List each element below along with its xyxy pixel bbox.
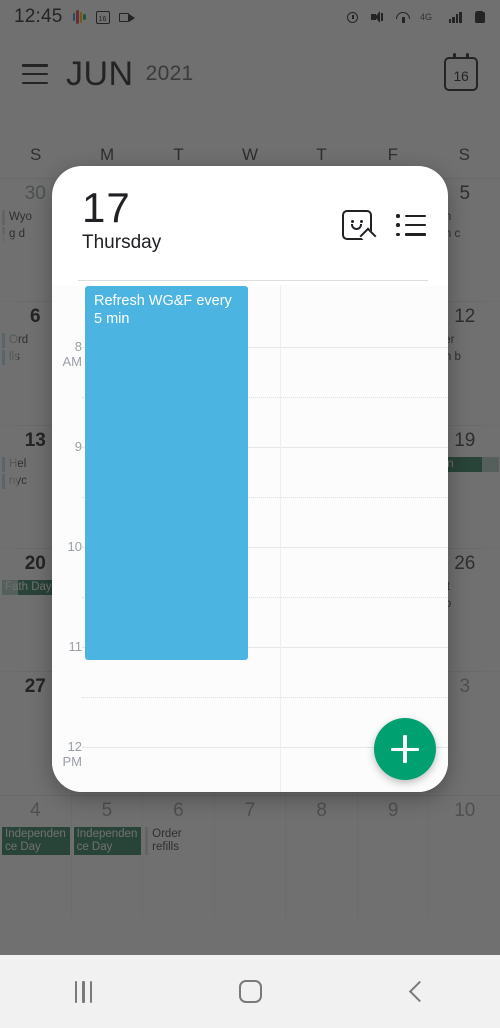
hour-ampm-label: PM	[62, 754, 83, 769]
phone-screen: 12:45 16	[0, 0, 500, 1028]
hour-label: 12 PM	[52, 739, 83, 769]
list-view-icon[interactable]	[396, 214, 426, 236]
nav-home-button[interactable]	[167, 955, 334, 1028]
header-divider	[78, 280, 428, 281]
hour-label: 9	[74, 439, 82, 454]
back-icon	[408, 980, 430, 1003]
day-timeline[interactable]: 112PM111098AM Refresh WG&F every 5 min C…	[52, 285, 448, 792]
event-title: Refresh WG&F every 5 min	[94, 293, 232, 327]
sticker-icon[interactable]	[342, 210, 377, 245]
nav-back-button[interactable]	[333, 955, 500, 1028]
day-dialog-header: 17 Thursday	[52, 166, 448, 283]
timeline-column-divider	[280, 285, 281, 792]
hour-label: 10	[67, 539, 82, 554]
half-hour-gridline	[82, 697, 448, 698]
hour-ampm-label: AM	[62, 354, 83, 369]
day-dialog-actions	[342, 210, 426, 245]
android-navigation-bar	[0, 955, 500, 1028]
timeline-event-refresh[interactable]: Refresh WG&F every 5 min	[85, 286, 248, 660]
home-icon	[238, 980, 262, 1003]
day-detail-dialog: 17 Thursday 112PM111098AM Refresh WG&F e…	[52, 166, 448, 792]
hour-label: 11	[68, 639, 83, 654]
recents-icon	[74, 980, 93, 1003]
hour-label: 8 AM	[52, 339, 83, 369]
add-event-fab[interactable]	[374, 718, 436, 780]
nav-recents-button[interactable]	[0, 955, 167, 1028]
